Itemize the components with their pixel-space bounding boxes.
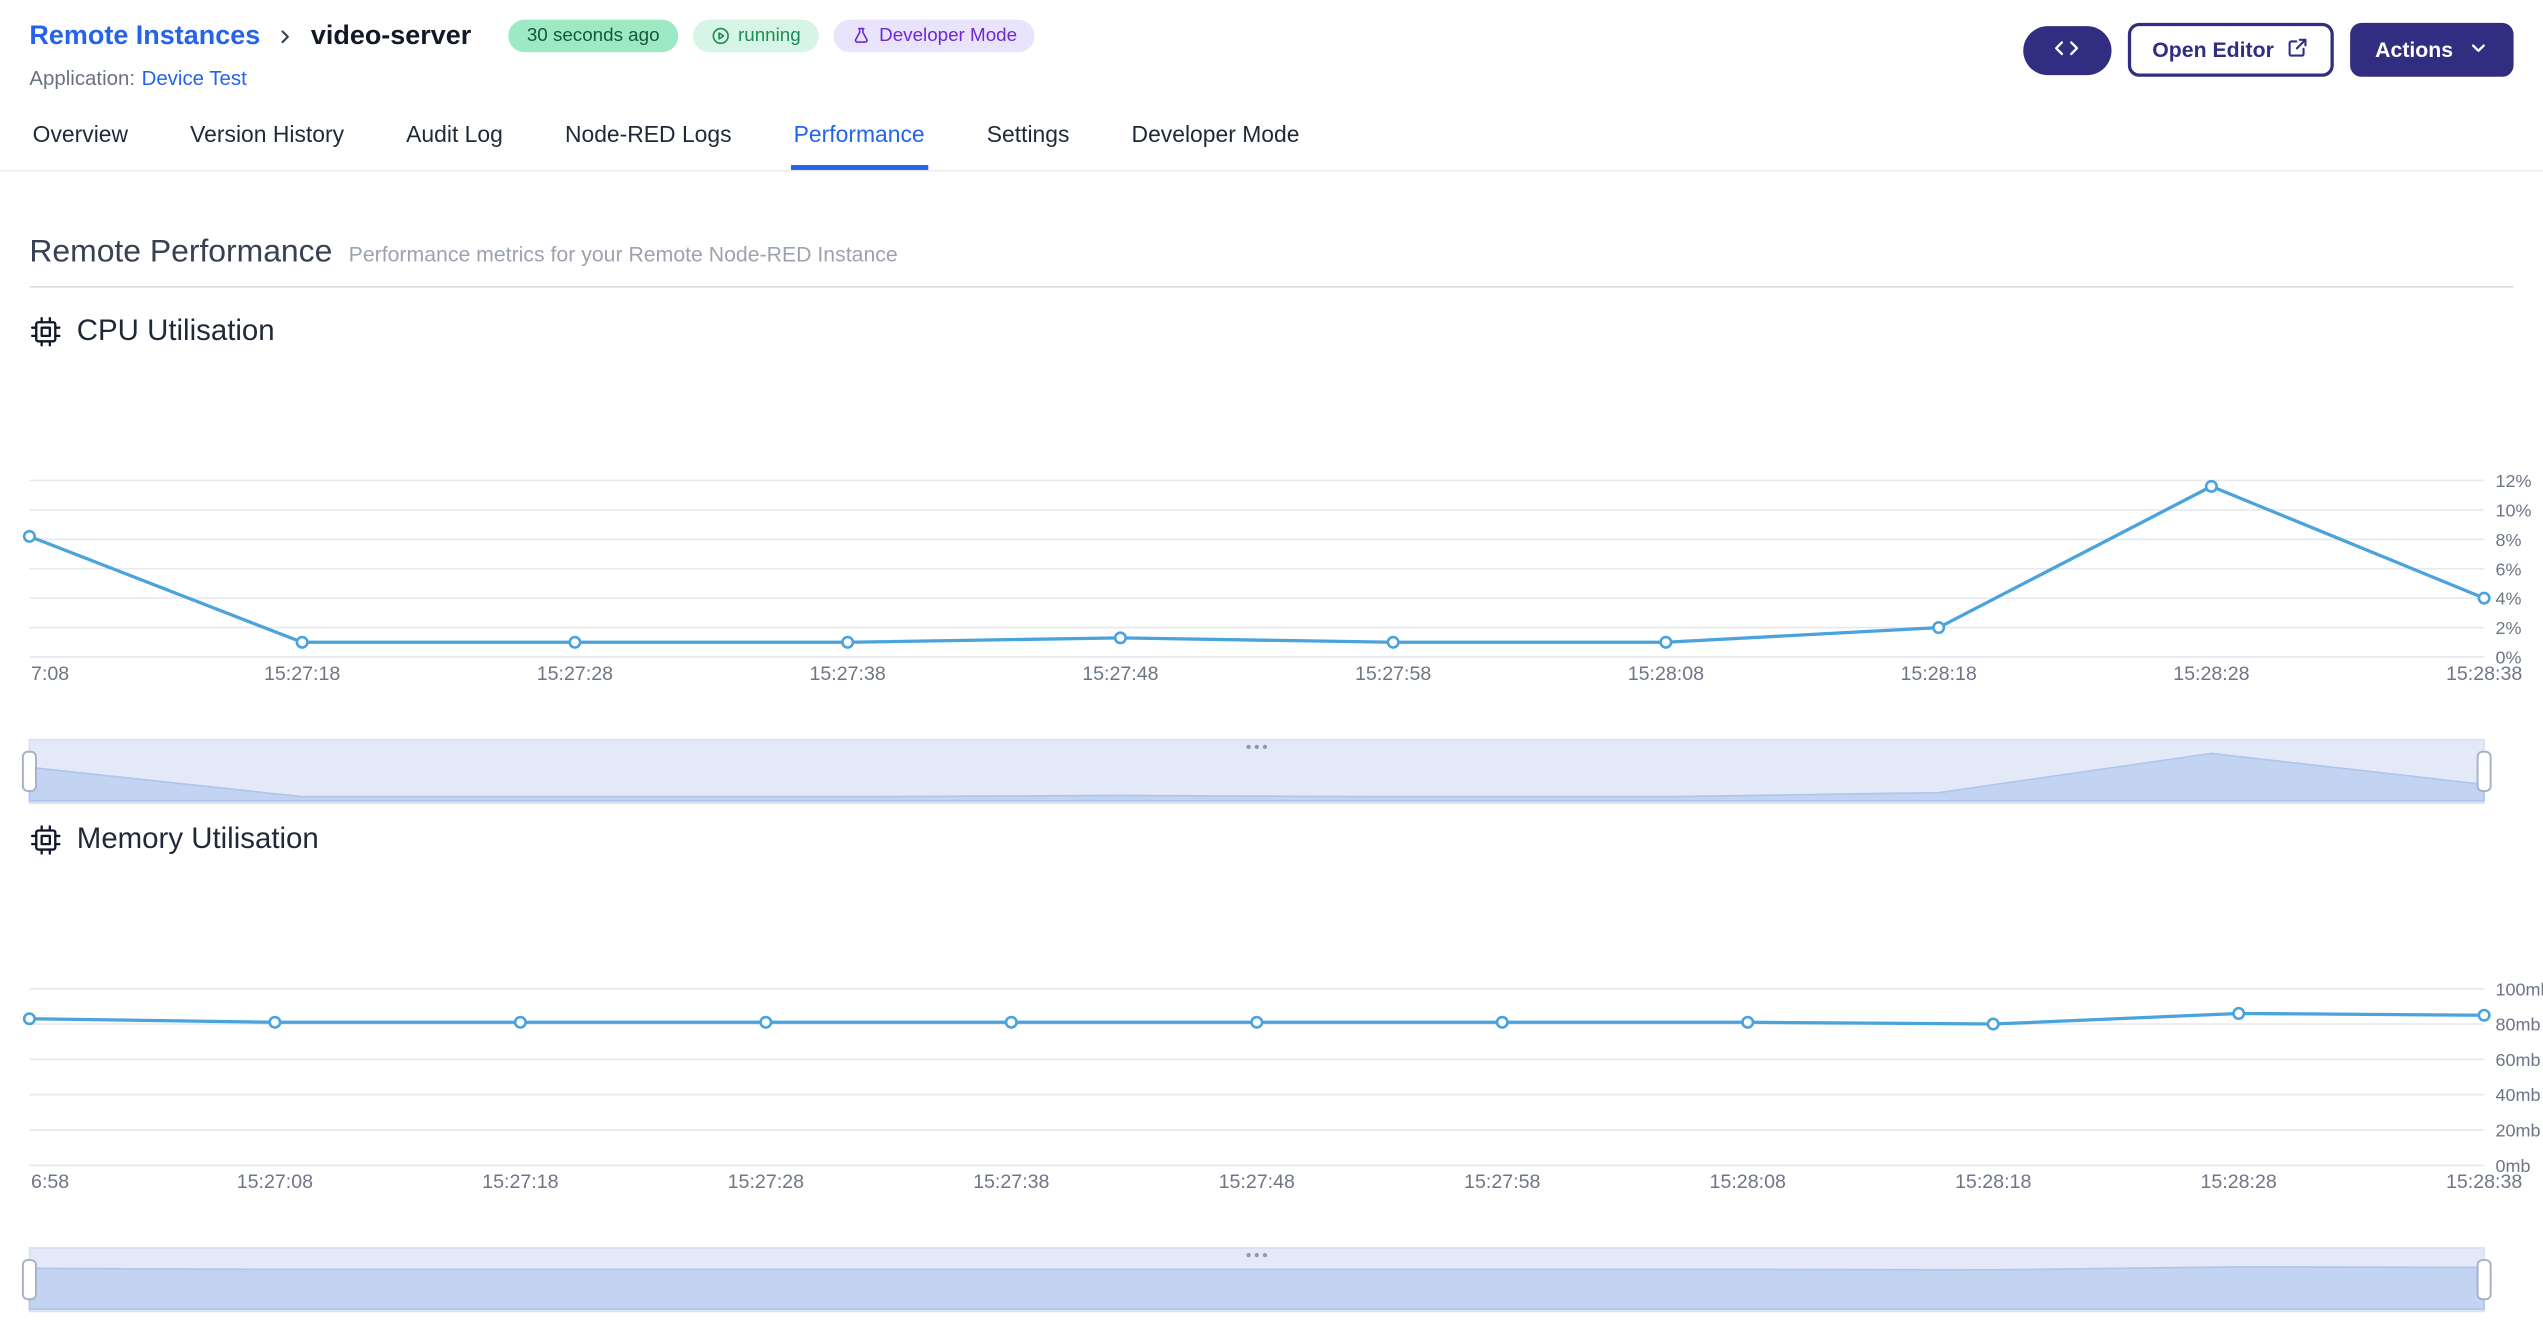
- developer-mode-badge: Developer Mode: [833, 19, 1036, 53]
- svg-text:15:27:58: 15:27:58: [1464, 1171, 1540, 1193]
- code-icon: [2053, 34, 2081, 67]
- svg-text:15:27:58: 15:27:58: [1355, 663, 1431, 685]
- chevron-right-icon: [275, 25, 296, 46]
- open-editor-label: Open Editor: [2152, 37, 2274, 63]
- svg-text:15:28:38: 15:28:38: [2446, 1171, 2522, 1193]
- svg-text:15:28:08: 15:28:08: [1710, 1171, 1786, 1193]
- actions-label: Actions: [2375, 37, 2454, 63]
- tab-bar: Overview Version History Audit Log Node-RED…: [0, 106, 2543, 172]
- cpu-chart: 0% 2% 4% 6% 8% 10% 12% 7:08 15:27:18 15:27:28 15:2…: [0, 376, 2543, 695]
- drag-handle-icon[interactable]: [1246, 744, 1268, 749]
- breadcrumb: Remote Instances video-server 30 seconds…: [29, 19, 1036, 53]
- application-link[interactable]: Device Test: [142, 67, 247, 90]
- developer-mode-badge-label: Developer Mode: [879, 26, 1018, 46]
- svg-text:2%: 2%: [2496, 618, 2522, 638]
- memory-chart-range-selector[interactable]: [0, 1245, 2543, 1314]
- last-seen-badge: 30 seconds ago: [508, 19, 678, 53]
- svg-text:15:28:18: 15:28:18: [1900, 663, 1976, 685]
- svg-text:40mb: 40mb: [2496, 1085, 2541, 1105]
- status-badge-label: running: [737, 26, 801, 46]
- svg-text:20mb: 20mb: [2496, 1120, 2541, 1140]
- tab-overview[interactable]: Overview: [29, 106, 131, 170]
- chip-icon: [29, 315, 62, 348]
- cpu-chart-range-selector[interactable]: [0, 737, 2543, 806]
- range-handle-left[interactable]: [21, 750, 37, 792]
- svg-text:15:27:38: 15:27:38: [973, 1171, 1049, 1193]
- svg-text:15:27:28: 15:27:28: [728, 1171, 804, 1193]
- svg-text:15:28:28: 15:28:28: [2173, 663, 2249, 685]
- memory-section: Memory Utilisation 0mb 20mb 40mb 60mb 80mb 10…: [0, 822, 2543, 1314]
- tab-audit-log[interactable]: Audit Log: [403, 106, 506, 170]
- header-left: Remote Instances video-server 30 seconds…: [29, 19, 1036, 90]
- app-viewport: Remote Instances video-server 30 seconds…: [0, 0, 2543, 1334]
- memory-chart: 0mb20mb40mb60mb80mb100mb6:5815:27:0815:2…: [0, 884, 2543, 1203]
- status-badge: running: [692, 19, 819, 53]
- svg-text:8%: 8%: [2496, 530, 2522, 550]
- page-title: Remote Performance: [29, 233, 333, 270]
- chevron-down-icon: [2468, 37, 2489, 63]
- svg-text:7:08: 7:08: [31, 663, 69, 685]
- drag-handle-icon[interactable]: [1246, 1253, 1268, 1258]
- page-subtitle: Performance metrics for your Remote Node…: [348, 241, 898, 267]
- svg-text:15:27:18: 15:27:18: [264, 663, 340, 685]
- svg-text:12%: 12%: [2496, 471, 2532, 491]
- tab-developer-mode[interactable]: Developer Mode: [1128, 106, 1302, 170]
- tab-performance[interactable]: Performance: [790, 106, 928, 170]
- memory-section-title: Memory Utilisation: [0, 822, 2543, 856]
- svg-text:15:28:08: 15:28:08: [1628, 663, 1704, 685]
- breadcrumb-current: video-server: [310, 20, 472, 50]
- open-editor-button[interactable]: Open Editor: [2127, 22, 2335, 77]
- svg-text:15:27:48: 15:27:48: [1219, 1171, 1295, 1193]
- svg-text:6%: 6%: [2496, 559, 2522, 579]
- svg-text:4%: 4%: [2496, 589, 2522, 609]
- page-header: Remote Instances video-server 30 seconds…: [0, 0, 2543, 90]
- divider: [29, 286, 2514, 288]
- svg-text:80mb: 80mb: [2496, 1015, 2541, 1035]
- svg-text:10%: 10%: [2496, 500, 2532, 520]
- svg-text:15:27:48: 15:27:48: [1082, 663, 1158, 685]
- tab-node-red-logs[interactable]: Node-RED Logs: [562, 106, 735, 170]
- tab-settings[interactable]: Settings: [983, 106, 1072, 170]
- svg-text:15:27:08: 15:27:08: [237, 1171, 313, 1193]
- svg-text:15:28:38: 15:28:38: [2446, 663, 2522, 685]
- cpu-section-title: CPU Utilisation: [0, 314, 2543, 348]
- svg-text:15:27:38: 15:27:38: [809, 663, 885, 685]
- breadcrumb-parent-link[interactable]: Remote Instances: [29, 20, 260, 51]
- svg-text:60mb: 60mb: [2496, 1050, 2541, 1070]
- external-link-icon: [2287, 36, 2310, 64]
- play-circle-icon: [710, 26, 730, 46]
- range-handle-right[interactable]: [2476, 750, 2492, 792]
- svg-text:15:28:18: 15:28:18: [1955, 1171, 2031, 1193]
- cpu-section-title-label: CPU Utilisation: [76, 313, 275, 347]
- application-row: Application: Device Test: [29, 67, 1035, 90]
- memory-section-title-label: Memory Utilisation: [76, 822, 319, 855]
- svg-text:15:27:28: 15:27:28: [537, 663, 613, 685]
- svg-text:15:27:18: 15:27:18: [482, 1171, 558, 1193]
- beaker-icon: [851, 26, 871, 46]
- actions-button[interactable]: Actions: [2350, 22, 2514, 77]
- chip-icon: [29, 823, 62, 856]
- cpu-section: CPU Utilisation 0% 2% 4% 6% 8% 10% 12% 7:08 15:2…: [0, 314, 2543, 806]
- application-label: Application:: [29, 67, 136, 90]
- editor-toggle-button[interactable]: [2023, 25, 2112, 75]
- main-content: Remote Performance Performance metrics f…: [0, 234, 2543, 1314]
- range-handle-left[interactable]: [21, 1259, 37, 1301]
- svg-text:100mb: 100mb: [2496, 979, 2543, 999]
- page-head: Remote Performance Performance metrics f…: [0, 234, 2543, 272]
- range-handle-right[interactable]: [2476, 1259, 2492, 1301]
- svg-text:15:28:28: 15:28:28: [2200, 1171, 2276, 1193]
- tab-version-history[interactable]: Version History: [187, 106, 347, 170]
- header-actions: Open Editor Actions: [2023, 22, 2514, 77]
- svg-text:6:58: 6:58: [31, 1171, 69, 1193]
